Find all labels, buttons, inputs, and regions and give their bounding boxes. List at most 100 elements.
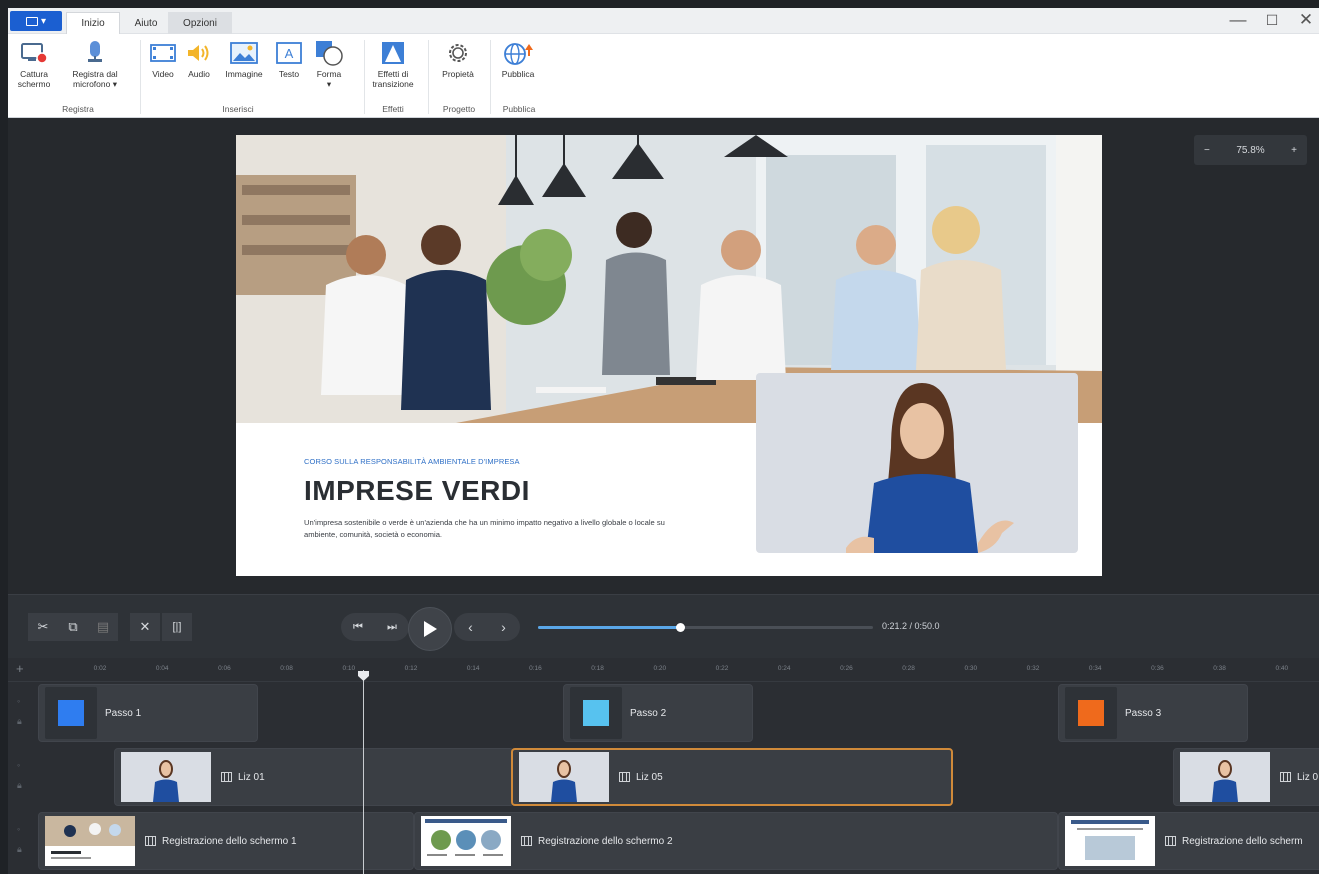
shape-label: Forma ▾ [316, 69, 342, 89]
record-microphone-button[interactable]: Registra dal microfono ▾ [63, 40, 127, 89]
next-frame-icon[interactable]: › [501, 619, 506, 635]
shape-icon [316, 41, 343, 66]
playback-progress-fill [538, 626, 681, 629]
ruler-tick: 0:36 [1151, 665, 1164, 672]
ribbon-toolbar: Cattura schermo Registra dal microfono ▾… [8, 34, 1319, 118]
publish-button[interactable]: Pubblica [496, 40, 540, 79]
ruler-tick: 0:28 [902, 665, 915, 672]
step-color-swatch [1078, 700, 1104, 726]
add-track-button[interactable]: + [16, 661, 24, 676]
transport-bar: ✂ ⧉ ▤ ✕ [|] ⏮ ⏭ ‹ › 0:21.2 / 0:50.0 [8, 594, 1319, 658]
zoom-control: − 75.8% + [1194, 135, 1307, 165]
ruler-tick: 0:16 [529, 665, 542, 672]
visibility-icon[interactable]: ◦ [17, 824, 20, 834]
transition-effects-button[interactable]: Effetti di transizione [368, 40, 418, 89]
transition-icon [382, 42, 404, 64]
playback-time: 0:21.2 / 0:50.0 [882, 621, 940, 631]
lock-icon[interactable]: 🔒︎ [17, 780, 22, 791]
ruler-tick: 0:22 [715, 665, 729, 672]
paste-button[interactable]: ▤ [88, 613, 118, 641]
recording-clip-label: Registrazione dello schermo 2 [538, 835, 673, 847]
slide-title: IMPRESE VERDI [304, 475, 530, 506]
insert-video-button[interactable]: Video [148, 40, 178, 79]
properties-button[interactable]: Propietà [436, 40, 480, 79]
step-color-swatch [58, 700, 84, 726]
ruler-tick: 0:04 [155, 665, 169, 672]
close-button[interactable]: ✕ [1296, 10, 1316, 30]
clip-thumbnail [1180, 752, 1270, 802]
zoom-out-button[interactable]: − [1204, 145, 1210, 156]
slide-preview[interactable]: CORSO SULLA RESPONSABILITÀ AMBIENTALE D'… [236, 135, 1102, 576]
tab-aiuto[interactable]: Aiuto [126, 12, 166, 34]
ruler-tick: 0:30 [964, 665, 978, 672]
screen-capture-label: Cattura schermo [17, 69, 51, 89]
app-menu-icon [25, 16, 38, 26]
split-button[interactable]: [|] [162, 613, 192, 641]
app-window: ▾ Inizio Aiuto Opzioni — ☐ ✕ Cattura sch… [8, 8, 1319, 874]
insert-image-button[interactable]: Immagine [220, 40, 268, 79]
audio-icon [188, 45, 209, 61]
group-label-progetto: Progetto [442, 104, 476, 114]
group-separator [428, 40, 429, 114]
video-clip-selected[interactable]: Liz 05 [511, 748, 953, 806]
playback-progress-bar[interactable] [538, 623, 873, 632]
recording-clip[interactable]: Registrazione dello schermo 1 [38, 812, 414, 870]
step-clip[interactable]: Passo 3 [1058, 684, 1248, 742]
app-menu-button[interactable]: ▾ [10, 11, 62, 31]
ruler-tick: 0:20 [653, 665, 667, 672]
tab-inizio[interactable]: Inizio [66, 12, 120, 34]
insert-text-button[interactable]: A Testo [274, 40, 304, 79]
zoom-in-button[interactable]: + [1291, 145, 1297, 156]
delete-button[interactable]: ✕ [130, 613, 160, 641]
screen-capture-icon [21, 43, 48, 64]
transition-effects-label: Effetti di transizione [372, 69, 414, 89]
playback-scrubber-knob[interactable] [676, 623, 686, 632]
recording-clip[interactable]: Registrazione dello scherm [1058, 812, 1319, 870]
play-icon [424, 621, 437, 637]
cut-button[interactable]: ✂ [28, 613, 58, 641]
playhead-handle[interactable] [357, 670, 370, 682]
step-color-swatch [583, 700, 609, 726]
visibility-icon[interactable]: ◦ [17, 760, 20, 770]
ruler-tick: 0:38 [1213, 665, 1226, 672]
step-swatch-box [570, 687, 622, 739]
ruler-tick: 0:40 [1275, 665, 1289, 672]
insert-shape-button[interactable]: Forma ▾ [312, 40, 346, 89]
video-clip[interactable]: Liz 0 [1173, 748, 1319, 806]
insert-audio-button[interactable]: Audio [184, 40, 214, 79]
playhead-line[interactable] [363, 670, 364, 874]
copy-button[interactable]: ⧉ [58, 613, 88, 641]
timeline-ruler[interactable]: + 0:02 0:04 0:06 0:08 0:10 0:12 0:14 0:16 0:18 0:… [8, 658, 1319, 682]
step-clip[interactable]: Passo 2 [563, 684, 753, 742]
group-separator [140, 40, 141, 114]
step-swatch-box [45, 687, 97, 739]
video-label: Video [152, 69, 174, 79]
lock-icon[interactable]: 🔒︎ [17, 716, 22, 727]
lock-icon[interactable]: 🔒︎ [17, 844, 22, 855]
properties-label: Propietà [442, 69, 474, 79]
gear-icon [449, 44, 467, 62]
step-clip-label: Passo 2 [630, 707, 667, 719]
play-button[interactable] [408, 607, 452, 651]
film-icon [521, 836, 532, 846]
track-controls: ◦ 🔒︎ [8, 746, 36, 808]
skip-start-icon[interactable]: ⏮ [353, 621, 363, 634]
maximize-button[interactable]: ☐ [1262, 12, 1282, 29]
step-clip[interactable]: Passo 1 [38, 684, 258, 742]
minimize-button[interactable]: — [1228, 10, 1248, 30]
ruler-tick: 0:18 [591, 665, 604, 672]
group-label-inserisci: Inserisci [222, 104, 254, 114]
record-microphone-label: Registra dal microfono ▾ [72, 69, 118, 89]
film-icon [221, 772, 232, 782]
visibility-icon[interactable]: ◦ [17, 696, 20, 706]
prev-frame-icon[interactable]: ‹ [468, 619, 473, 635]
clip-thumbnail [45, 816, 135, 866]
group-label-pubblica: Pubblica [502, 104, 536, 114]
video-clip[interactable]: Liz 01 [114, 748, 514, 806]
skip-end-icon[interactable]: ⏭ [387, 621, 397, 634]
screen-capture-button[interactable]: Cattura schermo [14, 40, 54, 89]
clip-thumbnail [519, 752, 609, 802]
tab-opzioni[interactable]: Opzioni [168, 12, 232, 34]
recording-clip[interactable]: Registrazione dello schermo 2 [414, 812, 1058, 870]
video-clip-label: Liz 01 [238, 771, 265, 783]
